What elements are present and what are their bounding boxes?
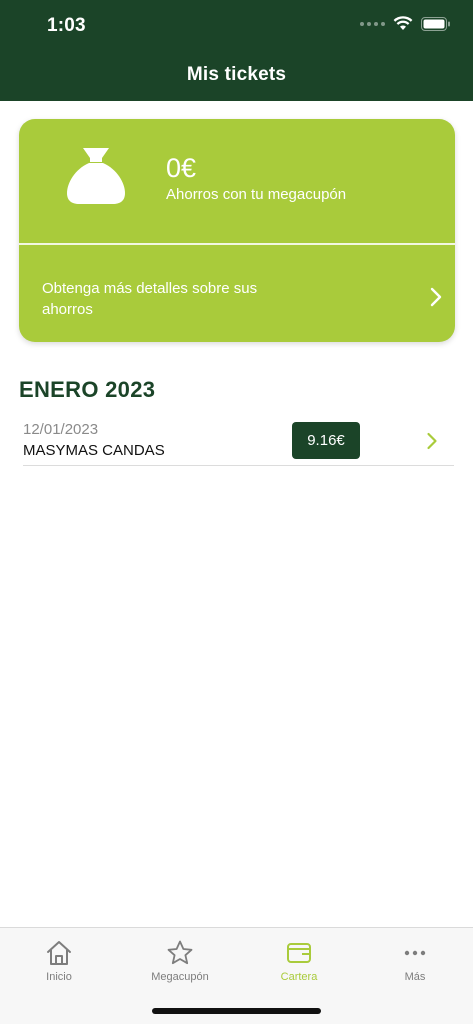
tab-cartera[interactable]: Cartera bbox=[240, 928, 358, 998]
tab-mas[interactable]: Más bbox=[356, 928, 473, 998]
header: 1:03 Mis tickets bbox=[0, 0, 473, 101]
home-indicator bbox=[152, 1008, 321, 1014]
page-title: Mis tickets bbox=[186, 64, 287, 85]
signal-icon bbox=[360, 21, 385, 26]
status-icons bbox=[360, 16, 451, 31]
more-icon bbox=[404, 950, 426, 956]
tab-megacupon[interactable]: Megacupón bbox=[121, 928, 239, 998]
ticket-amount-badge: 9.16€ bbox=[292, 422, 360, 459]
tab-label: Megacupón bbox=[151, 971, 209, 983]
ticket-row[interactable]: 12/01/2023 MASYMAS CANDAS 9.16€ bbox=[23, 414, 454, 466]
wifi-icon bbox=[393, 16, 413, 30]
status-time: 1:03 bbox=[47, 15, 86, 36]
wallet-icon bbox=[287, 943, 311, 963]
savings-subtitle: Ahorros con tu megacupón bbox=[166, 186, 347, 203]
month-title: ENERO 2023 bbox=[19, 377, 156, 402]
battery-icon bbox=[421, 16, 450, 31]
money-bag-icon bbox=[67, 148, 125, 204]
chevron-right-icon[interactable] bbox=[429, 286, 443, 308]
tab-label: Inicio bbox=[46, 971, 72, 983]
ticket-date: 12/01/2023 bbox=[23, 421, 99, 438]
screen: 1:03 Mis tickets 0€ Ahorros con tu megac… bbox=[0, 0, 473, 1024]
tab-label: Más bbox=[404, 971, 426, 983]
savings-amount: 0€ bbox=[166, 153, 197, 183]
tab-inicio[interactable]: Inicio bbox=[0, 928, 118, 998]
tab-label: Cartera bbox=[280, 971, 318, 983]
star-icon bbox=[167, 940, 193, 965]
home-icon bbox=[47, 941, 71, 965]
chevron-right-icon[interactable] bbox=[426, 432, 438, 450]
savings-card: 0€ Ahorros con tu megacupón Obtenga más … bbox=[19, 119, 455, 342]
card-divider bbox=[19, 243, 455, 245]
savings-details-link[interactable]: Obtenga más detalles sobre sus ahorros bbox=[42, 278, 302, 320]
ticket-store: MASYMAS CANDAS bbox=[23, 442, 165, 459]
